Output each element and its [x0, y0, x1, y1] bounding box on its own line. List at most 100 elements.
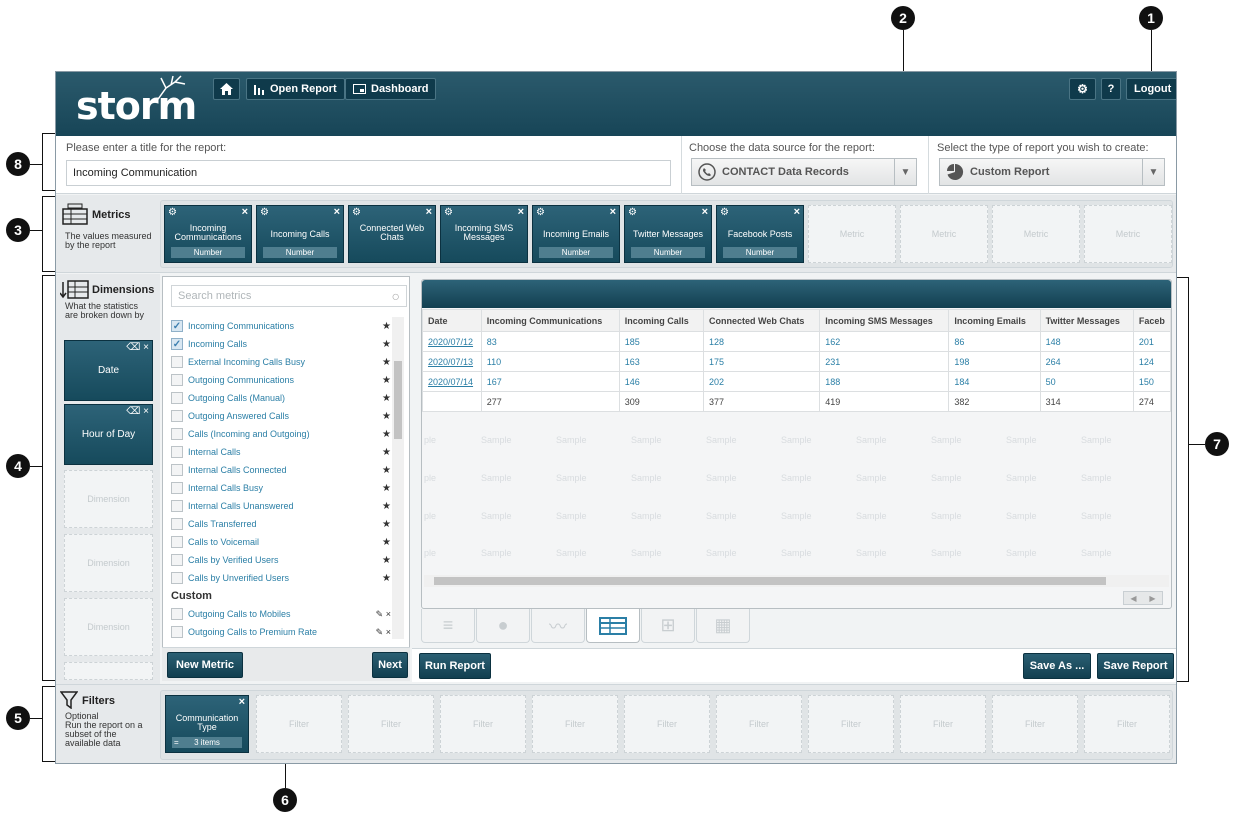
checkbox[interactable] — [171, 428, 183, 440]
prev-page-icon[interactable]: ◀ — [1130, 594, 1136, 603]
checkbox[interactable] — [171, 482, 183, 494]
column-header[interactable]: Date — [422, 309, 482, 332]
metric-slot[interactable]: Metric — [900, 205, 988, 263]
star-icon[interactable]: ★ — [382, 429, 391, 440]
close-icon[interactable]: × — [702, 206, 708, 218]
filter-slot[interactable]: Filter — [1084, 695, 1170, 753]
help-button[interactable]: ? — [1101, 78, 1121, 100]
grid-pager[interactable]: ◀ ▶ — [1123, 591, 1163, 605]
star-icon[interactable]: ★ — [382, 411, 391, 422]
filter-slot[interactable]: Filter — [808, 695, 894, 753]
filter-card-count[interactable]: = 3 items — [172, 737, 242, 748]
table-cell[interactable]: 202 — [703, 371, 821, 392]
metric-list-scrollbar[interactable] — [392, 317, 404, 639]
dashboard-button[interactable]: Dashboard — [345, 78, 437, 100]
table-cell[interactable]: 50 — [1039, 371, 1134, 392]
table-cell[interactable]: 148 — [1039, 331, 1134, 352]
metric-list-item[interactable]: Outgoing Answered Calls ★ — [171, 407, 391, 425]
rename-icon[interactable]: ⌫ — [126, 342, 140, 353]
dimension-slot[interactable]: Dimension — [64, 534, 153, 592]
star-icon[interactable]: ★ — [382, 519, 391, 530]
metric-card[interactable]: ⚙ × Incoming Communications Number — [164, 205, 252, 263]
metric-card-type[interactable]: Number — [723, 247, 797, 258]
custom-metric-item[interactable]: Outgoing Calls to Premium Rate ✎ × — [171, 623, 391, 641]
close-icon[interactable]: × — [239, 696, 245, 708]
checkbox[interactable] — [171, 572, 183, 584]
metric-slot[interactable]: Metric — [1084, 205, 1172, 263]
filter-slot[interactable]: Filter — [716, 695, 802, 753]
next-page-icon[interactable]: ▶ — [1149, 594, 1155, 603]
dimension-slot[interactable] — [64, 662, 153, 680]
edit-delete-icons[interactable]: ✎ × — [376, 627, 391, 638]
metric-card-type[interactable]: Number — [171, 247, 245, 258]
table-cell[interactable]: 184 — [948, 371, 1041, 392]
table-cell[interactable]: 163 — [618, 351, 705, 372]
metric-list-item[interactable]: External Incoming Calls Busy ★ — [171, 353, 391, 371]
tab-crosstab[interactable]: ⊞ — [641, 609, 695, 643]
table-cell[interactable]: 124 — [1132, 351, 1172, 372]
star-icon[interactable]: ★ — [382, 573, 391, 584]
report-type-select[interactable]: Custom Report ▼ — [939, 158, 1165, 186]
checkbox[interactable] — [171, 518, 183, 530]
metric-slot[interactable]: Metric — [808, 205, 896, 263]
checkbox[interactable] — [171, 554, 183, 566]
metric-card[interactable]: ⚙ × Incoming Emails Number — [532, 205, 620, 263]
tab-table[interactable] — [586, 609, 640, 643]
filter-slot[interactable]: Filter — [900, 695, 986, 753]
close-icon[interactable]: × — [426, 206, 432, 218]
dropdown-arrow-icon[interactable]: ▼ — [1142, 159, 1164, 185]
tab-pie-chart[interactable]: ● — [476, 609, 530, 643]
table-cell[interactable]: 83 — [480, 331, 620, 352]
filter-slot[interactable]: Filter — [992, 695, 1078, 753]
checkbox[interactable] — [171, 374, 183, 386]
new-metric-button[interactable]: New Metric — [167, 652, 243, 678]
datasource-select[interactable]: CONTACT Data Records ▼ — [691, 158, 917, 186]
star-icon[interactable]: ★ — [382, 339, 391, 350]
checkbox[interactable] — [171, 356, 183, 368]
metric-card[interactable]: ⚙ × Facebook Posts Number — [716, 205, 804, 263]
grid-horizontal-scrollbar[interactable] — [424, 575, 1169, 587]
metric-list-item[interactable]: Calls Transferred ★ — [171, 515, 391, 533]
rename-icon[interactable]: ⌫ — [126, 406, 140, 417]
tab-line-chart[interactable]: 〰 — [531, 609, 585, 643]
metric-list-item[interactable]: Calls by Verified Users ★ — [171, 551, 391, 569]
metric-list-item[interactable]: Internal Calls Busy ★ — [171, 479, 391, 497]
table-cell[interactable]: 201 — [1132, 331, 1172, 352]
dimension-slot[interactable]: Dimension — [64, 598, 153, 656]
metric-card[interactable]: ⚙ × Twitter Messages Number — [624, 205, 712, 263]
dimension-card-date[interactable]: ⌫ × Date — [64, 340, 153, 401]
table-cell[interactable]: 175 — [703, 351, 821, 372]
table-cell[interactable]: 167 — [480, 371, 620, 392]
checkbox[interactable] — [171, 464, 183, 476]
settings-button[interactable]: ⚙ — [1069, 78, 1096, 100]
save-as-button[interactable]: Save As ... — [1023, 653, 1091, 679]
open-report-button[interactable]: Open Report — [246, 78, 345, 100]
close-icon[interactable]: × — [143, 406, 149, 417]
checkbox[interactable] — [171, 392, 183, 404]
checkbox[interactable]: ✓ — [171, 338, 183, 350]
checkbox[interactable] — [171, 626, 183, 638]
filter-slot[interactable]: Filter — [256, 695, 342, 753]
close-icon[interactable]: × — [518, 206, 524, 218]
dimension-card-actions[interactable]: ⌫ × — [126, 406, 149, 417]
checkbox[interactable] — [171, 536, 183, 548]
metric-card-type[interactable]: Number — [263, 247, 337, 258]
table-cell[interactable]: 162 — [819, 331, 950, 352]
star-icon[interactable]: ★ — [382, 393, 391, 404]
star-icon[interactable]: ★ — [382, 447, 391, 458]
save-report-button[interactable]: Save Report — [1097, 653, 1174, 679]
metric-card[interactable]: ⚙ × Connected Web Chats — [348, 205, 436, 263]
custom-metric-item[interactable]: Outgoing Calls to Mobiles ✎ × — [171, 605, 391, 623]
column-header[interactable]: Incoming Communications — [480, 309, 620, 332]
dropdown-arrow-icon[interactable]: ▼ — [894, 159, 916, 185]
metric-list-item[interactable]: Internal Calls Connected ★ — [171, 461, 391, 479]
edit-delete-icons[interactable]: ✎ × — [376, 609, 391, 620]
column-header[interactable]: Incoming Emails — [948, 309, 1041, 332]
scroll-thumb[interactable] — [434, 577, 1106, 585]
gear-icon[interactable]: ⚙ — [352, 207, 361, 218]
table-cell[interactable]: 110 — [480, 351, 620, 372]
gear-icon[interactable]: ⚙ — [444, 207, 453, 218]
wrench-icon[interactable]: ✎ — [376, 627, 384, 637]
column-header[interactable]: Faceb — [1132, 309, 1172, 332]
dimension-card-hour-of-day[interactable]: ⌫ × Hour of Day — [64, 404, 153, 465]
